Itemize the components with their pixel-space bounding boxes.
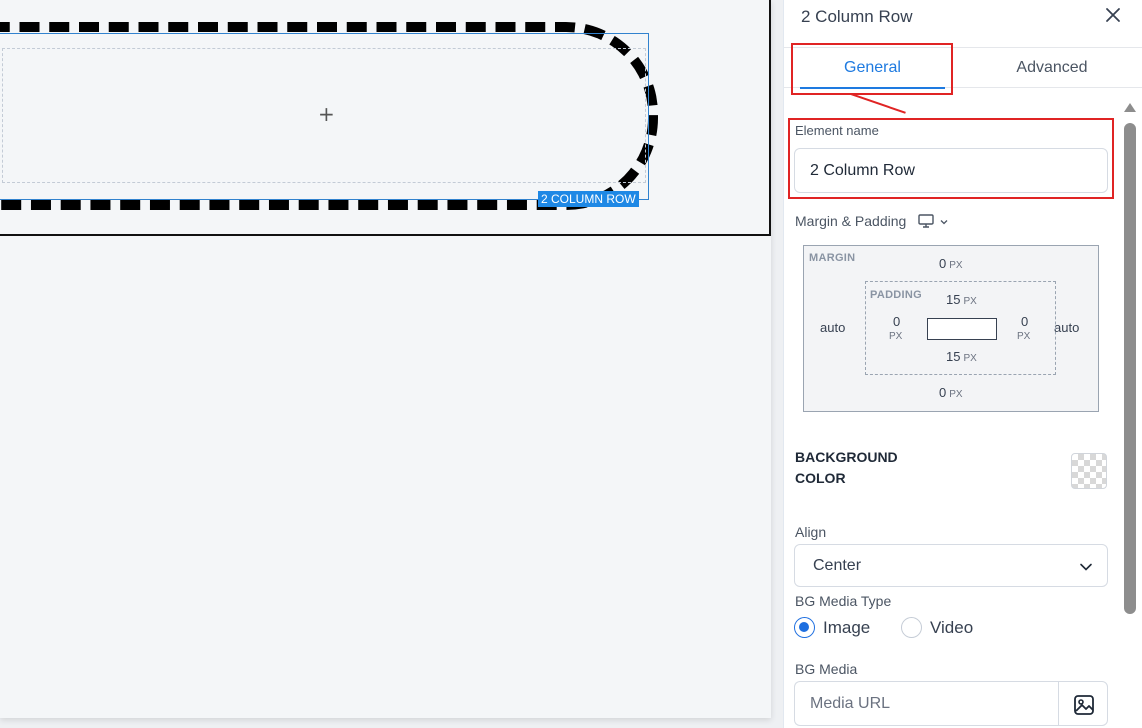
chevron-down-icon [1080,563,1092,571]
radio-video-label: Video [930,618,974,637]
media-picker-button[interactable] [1058,681,1108,726]
margin-left-value[interactable]: auto [820,320,845,335]
add-element-icon[interactable]: + [318,104,335,124]
radio-video[interactable]: Video [901,617,991,639]
image-icon [1074,695,1094,715]
element-name-label: Element name [795,123,879,138]
radio-image-label: Image [823,618,871,637]
margin-padding-label: Margin & Padding [795,213,907,229]
radio-image[interactable]: Image [794,617,884,639]
editor-canvas: + 2 COLUMN ROW [0,0,783,728]
properties-panel: 2 Column Row General Advanced Element na… [783,0,1142,728]
highlight-connector [850,93,906,114]
background-color-swatch[interactable] [1071,453,1107,489]
align-select[interactable]: Center [794,544,1108,587]
radio-video-indicator [901,617,922,638]
margin-caption: MARGIN [809,252,856,264]
padding-bottom-value[interactable]: 15 PX [946,349,977,364]
padding-caption: PADDING [870,289,923,301]
align-selected-value: Center [813,557,862,574]
bg-media-label: BG Media [795,661,858,677]
panel-scrollbar[interactable] [1122,100,1137,728]
radio-image-indicator [794,617,815,638]
background-color-label: BACKGROUND COLOR [795,449,898,486]
device-toggle[interactable] [917,212,951,230]
margin-top-value[interactable]: 0 PX [939,256,963,271]
chevron-down-icon [940,220,948,225]
bg-media-type-label: BG Media Type [795,593,892,609]
media-url-input[interactable] [794,681,1058,726]
tab-advanced[interactable]: Advanced [982,48,1122,88]
close-button[interactable] [1100,2,1126,28]
margin-bottom-value[interactable]: 0 PX [939,385,963,400]
row-label-tag[interactable]: 2 COLUMN ROW [538,191,639,207]
align-label: Align [795,524,827,540]
row-container[interactable]: + 2 COLUMN ROW [0,0,771,236]
scroll-up-arrow[interactable] [1124,103,1136,112]
panel-header: 2 Column Row [784,0,1142,48]
scrollbar-thumb[interactable] [1124,123,1136,614]
margin-right-value[interactable]: auto [1054,320,1079,335]
close-icon [1106,8,1120,22]
desktop-icon [918,214,934,228]
highlight-tab-box [791,43,953,95]
canvas-page: + 2 COLUMN ROW [0,0,771,718]
panel-title: 2 Column Row [801,7,913,26]
padding-right-value[interactable]: 0 PX [1017,314,1030,342]
padding-left-value[interactable]: 0 PX [889,314,902,342]
content-box [927,318,997,340]
padding-top-value[interactable]: 15 PX [946,292,977,307]
element-name-input[interactable] [794,148,1108,193]
